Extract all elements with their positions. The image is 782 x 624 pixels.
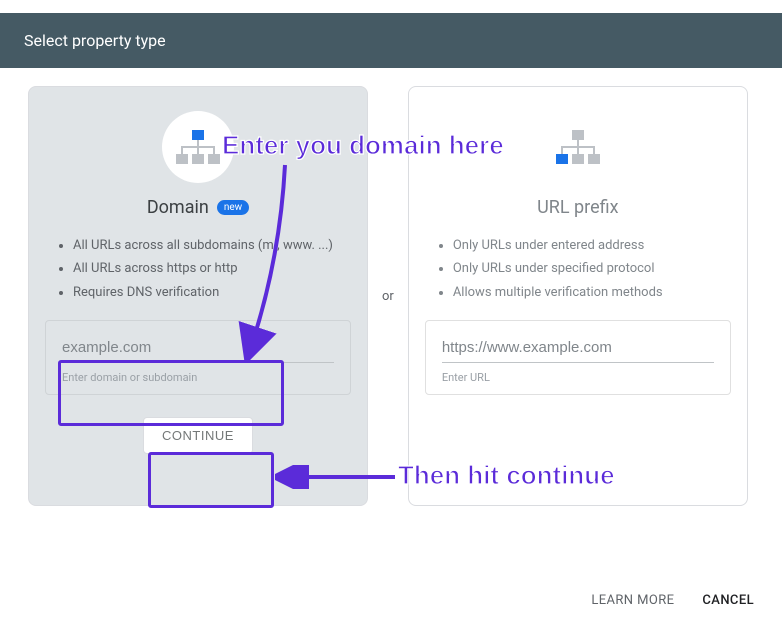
dialog-title: Select property type bbox=[24, 31, 166, 50]
separator-or: or bbox=[368, 289, 408, 304]
property-card-url-prefix[interactable]: URL prefix Only URLs under entered addre… bbox=[408, 86, 748, 506]
dialog-header: Select property type bbox=[0, 13, 782, 68]
card-title: URL prefix bbox=[537, 197, 618, 218]
dialog-footer: LEARN MORE CANCEL bbox=[591, 593, 754, 608]
icon-circle bbox=[542, 111, 614, 183]
domain-bullets: All URLs across all subdomains (m., www.… bbox=[45, 234, 351, 304]
card-title: Domain bbox=[147, 197, 209, 218]
list-item: Only URLs under entered address bbox=[453, 234, 731, 257]
list-item: Requires DNS verification bbox=[73, 281, 351, 304]
url-input-helper: Enter URL bbox=[442, 371, 714, 384]
list-item: All URLs across all subdomains (m., www.… bbox=[73, 234, 351, 257]
list-item: All URLs across https or http bbox=[73, 257, 351, 280]
cancel-button[interactable]: CANCEL bbox=[702, 593, 754, 608]
domain-input-helper: Enter domain or subdomain bbox=[62, 371, 334, 384]
learn-more-button[interactable]: LEARN MORE bbox=[591, 593, 674, 608]
card-title-row: URL prefix bbox=[425, 197, 731, 218]
top-strip bbox=[0, 0, 782, 13]
domain-input-box: Enter domain or subdomain bbox=[45, 320, 351, 395]
icon-wrap bbox=[45, 111, 351, 183]
card-title-row: Domain new bbox=[45, 197, 351, 218]
property-card-domain[interactable]: Domain new All URLs across all subdomain… bbox=[28, 86, 368, 506]
continue-button[interactable]: CONTINUE bbox=[143, 417, 253, 454]
sitemap-icon bbox=[176, 130, 220, 164]
dialog-content: Domain new All URLs across all subdomain… bbox=[0, 68, 782, 506]
url-input[interactable] bbox=[442, 339, 714, 363]
url-input-box: Enter URL bbox=[425, 320, 731, 395]
sitemap-icon bbox=[556, 130, 600, 164]
new-badge: new bbox=[217, 200, 249, 215]
icon-wrap bbox=[425, 111, 731, 183]
list-item: Only URLs under specified protocol bbox=[453, 257, 731, 280]
domain-input[interactable] bbox=[62, 339, 334, 363]
continue-row: CONTINUE bbox=[45, 417, 351, 454]
icon-circle bbox=[162, 111, 234, 183]
list-item: Allows multiple verification methods bbox=[453, 281, 731, 304]
url-bullets: Only URLs under entered address Only URL… bbox=[425, 234, 731, 304]
dialog: Select property type bbox=[0, 0, 782, 624]
